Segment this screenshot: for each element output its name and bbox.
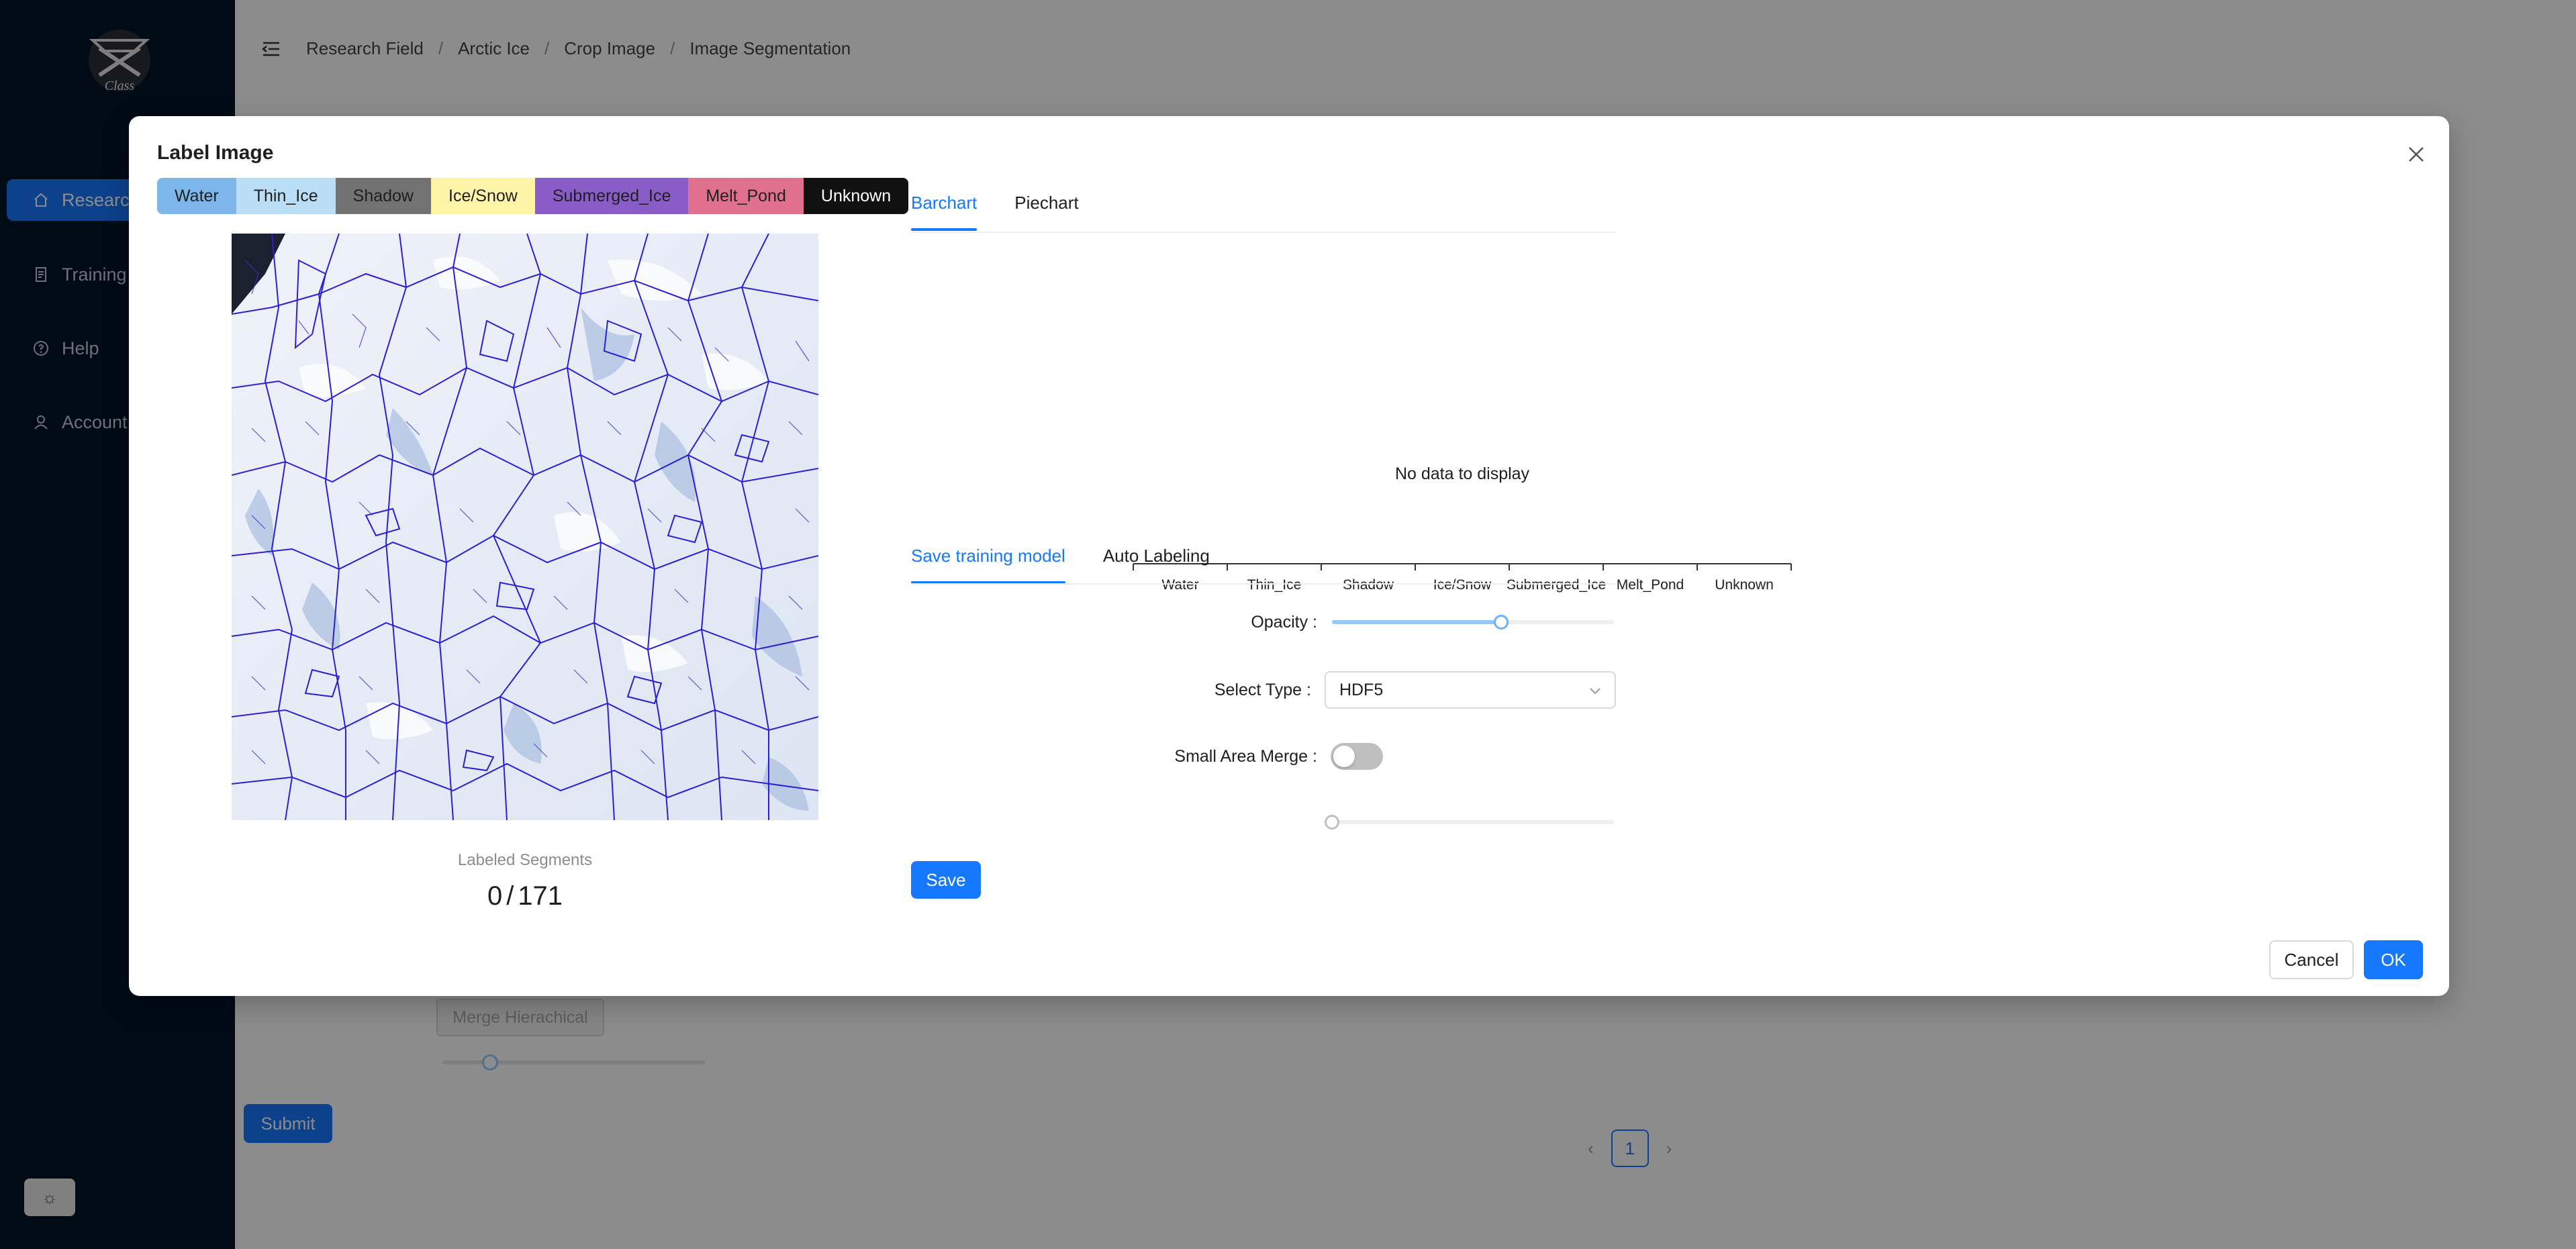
segmented-image[interactable] [232, 234, 818, 820]
select-type-value: HDF5 [1339, 680, 1384, 699]
ok-button[interactable]: OK [2364, 940, 2423, 979]
small-area-merge-row: Small Area Merge : [911, 736, 1616, 777]
small-area-merge-label: Small Area Merge : [1174, 746, 1317, 766]
small-area-slider[interactable] [1325, 809, 1614, 836]
class-button-melt-pond[interactable]: Melt_Pond [688, 178, 804, 214]
small-area-slider-row [911, 802, 1616, 842]
tab-piechart[interactable]: Piechart [1014, 193, 1078, 231]
select-type-row: Select Type : HDF5 [911, 670, 1616, 710]
opacity-label: Opacity : [1251, 612, 1317, 632]
labeled-segments-count: 0/171 [129, 881, 921, 911]
label-image-modal: Label Image Water Thin_Ice Shadow Ice/Sn… [129, 116, 2449, 996]
modal-title: Label Image [157, 142, 274, 164]
chart-tabs: Barchart Piechart [911, 193, 1079, 231]
opacity-slider[interactable] [1332, 609, 1614, 636]
opacity-slider-track [1332, 620, 1501, 624]
select-type-dropdown[interactable]: HDF5 [1324, 671, 1616, 709]
tabs-divider [911, 583, 1616, 585]
chart-empty-message: No data to display [1395, 464, 1530, 483]
total-count: 171 [518, 881, 563, 911]
count-separator: / [506, 881, 514, 911]
x-tick-label: Thin_Ice [1247, 577, 1302, 593]
switch-knob [1333, 746, 1355, 767]
class-button-unknown[interactable]: Unknown [803, 178, 909, 214]
labeled-count: 0 [487, 881, 503, 911]
tab-barchart[interactable]: Barchart [911, 193, 977, 231]
action-tabs: Save training model Auto Labeling [911, 546, 1210, 584]
x-tick-label: Submerged_Ice [1507, 577, 1606, 593]
close-icon[interactable] [2402, 140, 2430, 168]
x-tick-label: Unknown [1715, 577, 1774, 593]
cancel-button[interactable]: Cancel [2269, 940, 2354, 979]
tab-save-training-model[interactable]: Save training model [911, 546, 1065, 584]
small-area-slider-rail[interactable] [1332, 820, 1614, 824]
class-button-shadow[interactable]: Shadow [335, 178, 431, 214]
small-area-slider-handle[interactable] [1325, 815, 1339, 830]
class-selector: Water Thin_Ice Shadow Ice/Snow Submerged… [157, 178, 909, 214]
opacity-row: Opacity : [911, 602, 1616, 642]
tab-auto-labeling[interactable]: Auto Labeling [1103, 546, 1210, 584]
save-button[interactable]: Save [911, 861, 981, 899]
tabs-divider [911, 232, 1616, 233]
class-button-submerged-ice[interactable]: Submerged_Ice [534, 178, 689, 214]
small-area-merge-switch[interactable] [1331, 743, 1383, 770]
x-tick-label: Ice/Snow [1433, 577, 1492, 593]
labeled-segments-caption: Labeled Segments [457, 851, 593, 869]
class-button-thin-ice[interactable]: Thin_Ice [236, 178, 336, 214]
class-button-water[interactable]: Water [157, 178, 236, 214]
class-button-ice-snow[interactable]: Ice/Snow [431, 178, 535, 214]
opacity-slider-handle[interactable] [1494, 615, 1509, 630]
select-type-label: Select Type : [1214, 680, 1311, 699]
chevron-down-icon [1589, 681, 1601, 700]
x-tick-label: Melt_Pond [1617, 577, 1684, 593]
x-tick-label: Shadow [1343, 577, 1394, 593]
